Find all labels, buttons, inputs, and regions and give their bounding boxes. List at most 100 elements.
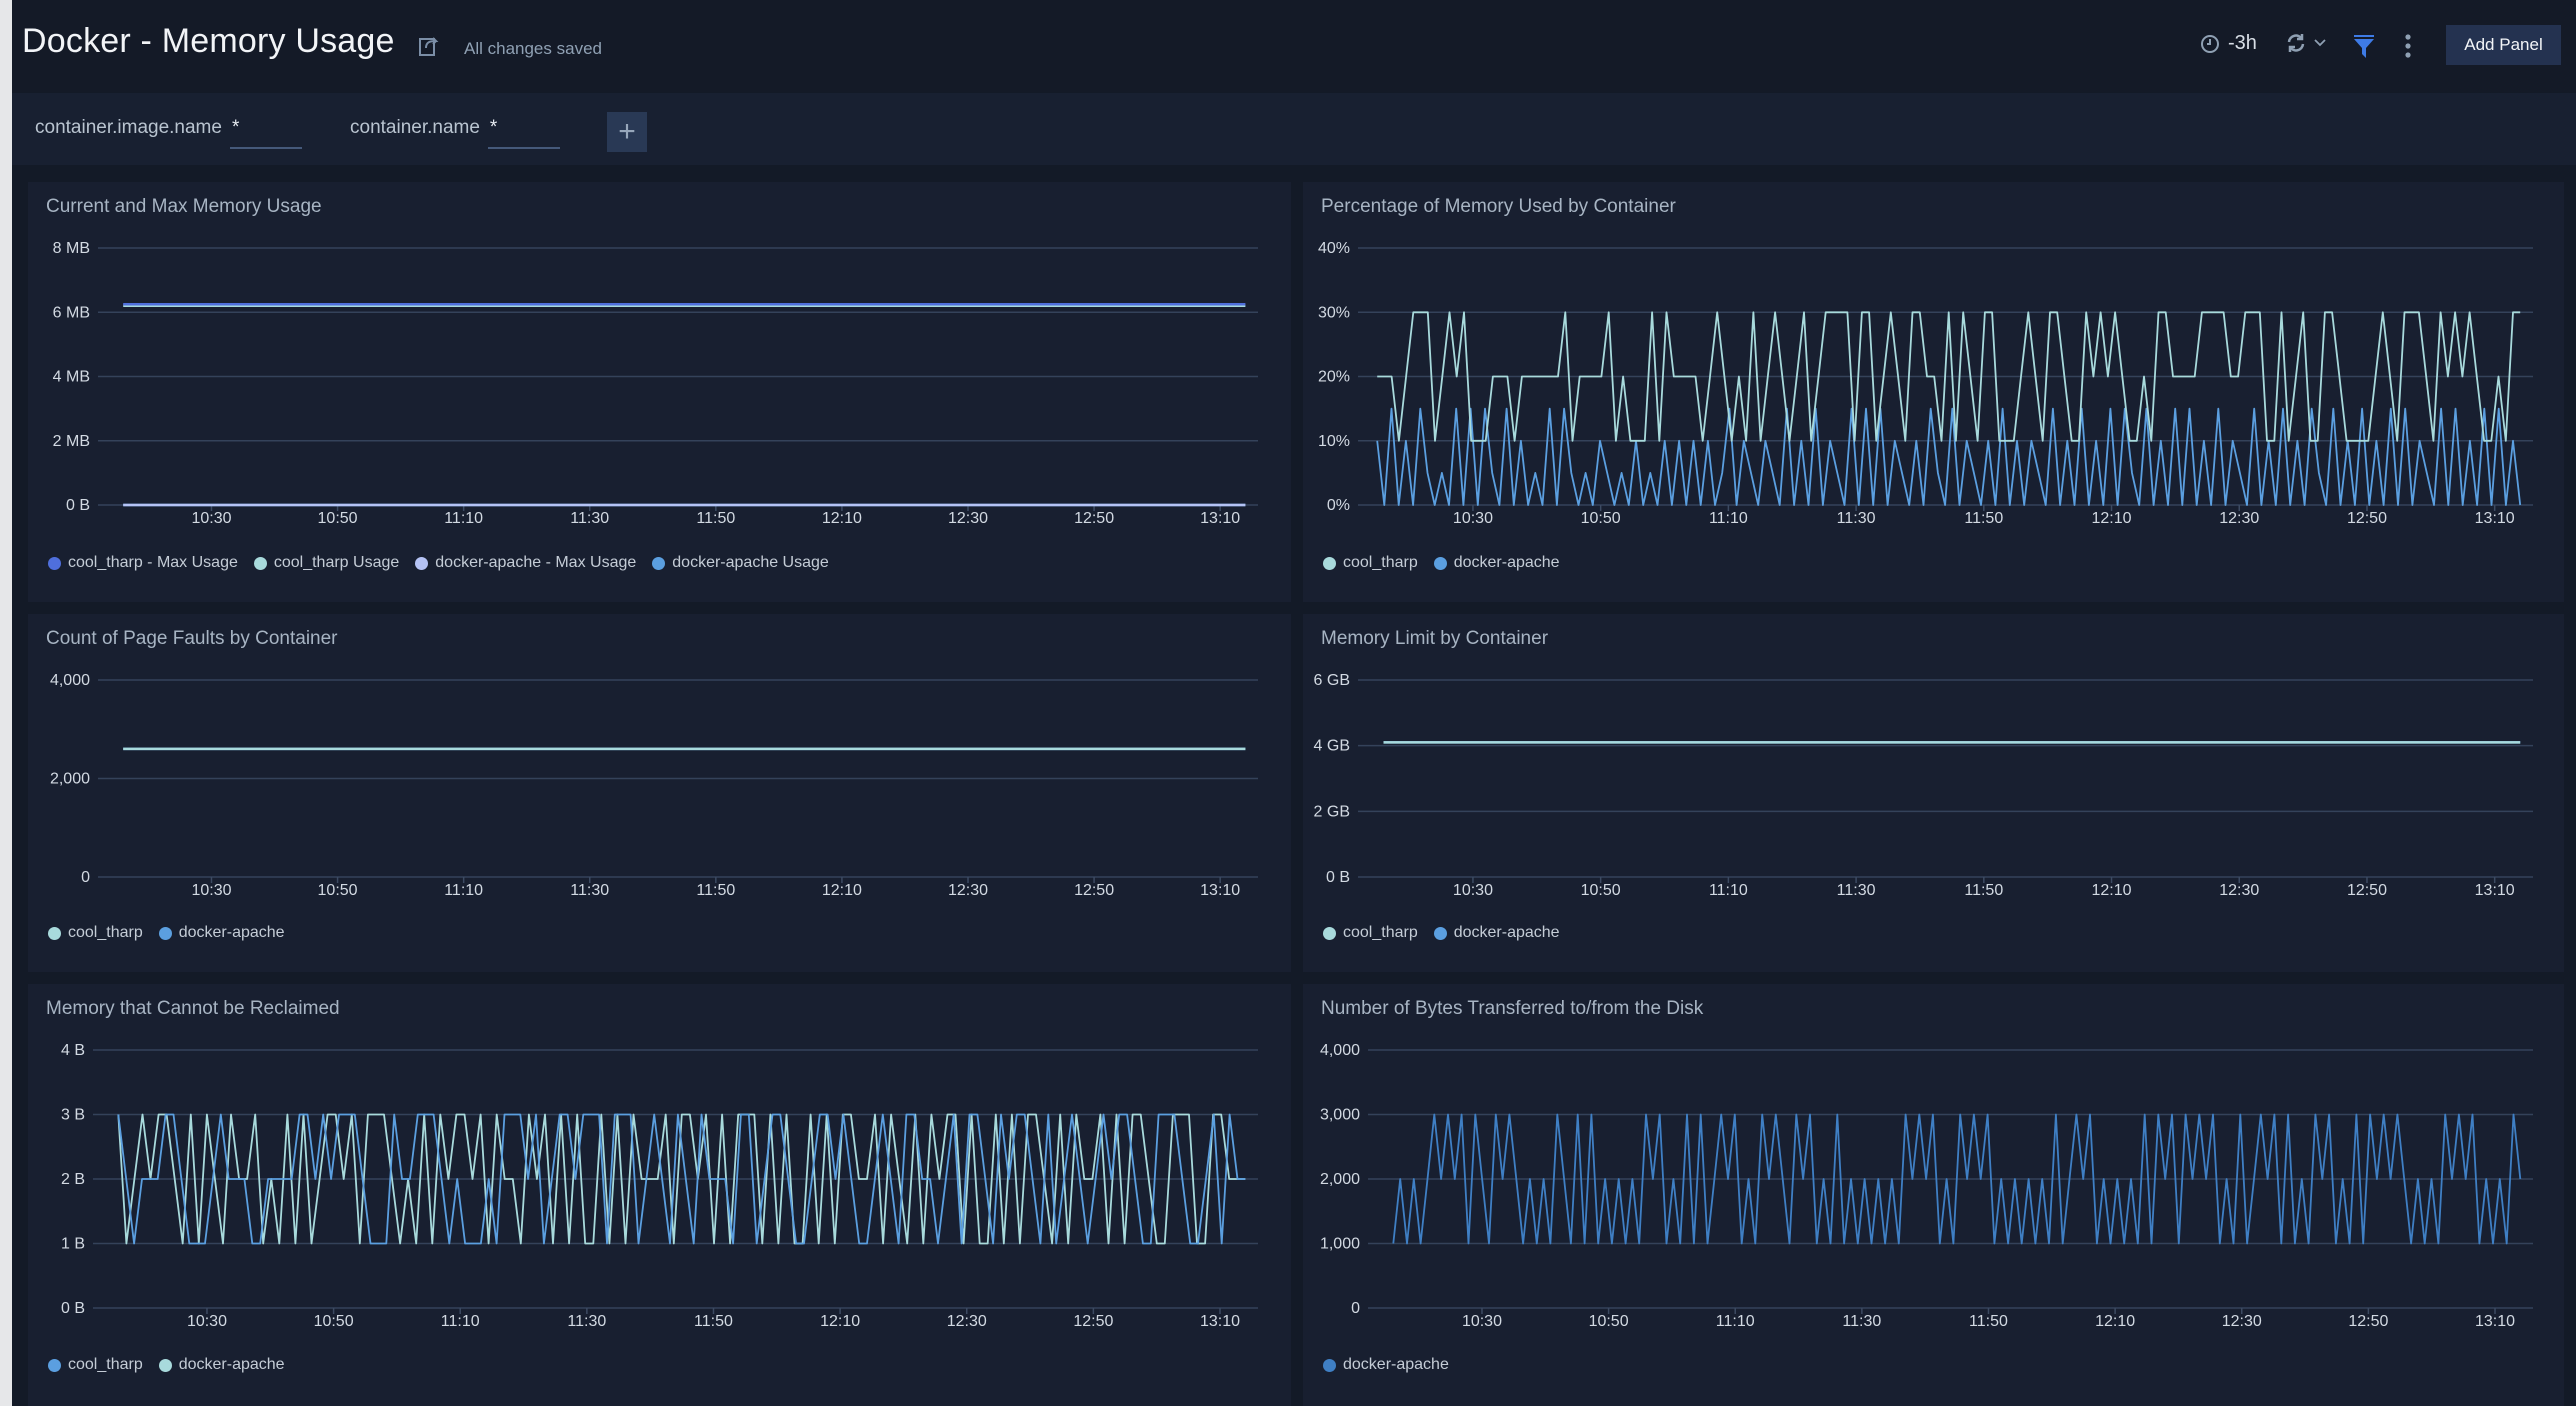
legend-label: cool_tharp [1343, 554, 1418, 571]
legend-item[interactable]: docker-apache - Max Usage [415, 554, 636, 572]
legend-item[interactable]: docker-apache [1433, 554, 1560, 572]
y-tick-label: 4 GB [1314, 738, 1350, 755]
x-tick-label: 11:30 [567, 1313, 606, 1330]
legend-item[interactable]: docker-apache [158, 1356, 285, 1374]
x-tick-label: 10:30 [1462, 1313, 1502, 1330]
x-tick-label: 10:30 [1453, 882, 1493, 899]
legend-swatch [48, 926, 61, 940]
legend-label: docker-apache - Max Usage [435, 554, 637, 571]
x-tick-label: 13:10 [1200, 1313, 1240, 1330]
legend-swatch [1433, 926, 1447, 940]
y-tick-label: 20% [1318, 369, 1350, 386]
x-tick-label: 12:10 [2092, 510, 2132, 527]
legend-item[interactable]: cool_tharp [48, 1356, 143, 1374]
legend-item[interactable]: docker-apache [158, 924, 285, 942]
x-tick-label: 12:30 [2219, 882, 2259, 899]
filter-label: container.image.name [35, 117, 222, 138]
panel-memory-percentage: Percentage of Memory Used by Container 0… [1303, 182, 2564, 602]
x-tick-label: 10:30 [187, 1313, 227, 1330]
chart-unreclaimable-memory: 0 B 1 B 2 B 3 B 4 B 10:30 10:50 11:10 11:30 11:50… [61, 1042, 1258, 1330]
add-panel-button[interactable]: Add Panel [2446, 25, 2561, 65]
y-tick-label: 0 B [66, 497, 90, 514]
legend-item[interactable]: cool_tharp [1323, 924, 1418, 942]
y-tick-label: 2 MB [53, 433, 90, 450]
legend-label: cool_tharp [1343, 924, 1418, 941]
x-tick-label: 10:50 [1589, 1313, 1629, 1330]
y-tick-label: 8 MB [53, 240, 90, 257]
legend-item[interactable]: cool_tharp [48, 924, 143, 942]
x-tick-label: 12:30 [947, 1313, 987, 1330]
page-title: Docker - Memory Usage [22, 22, 395, 60]
y-tick-label: 2,000 [1320, 1171, 1360, 1188]
x-tick-label: 10:50 [1581, 510, 1621, 527]
refresh-button[interactable] [2285, 32, 2327, 54]
x-tick-label: 12:30 [2222, 1313, 2262, 1330]
legend-item[interactable]: cool_tharp [1323, 554, 1418, 572]
legend-swatch [415, 556, 429, 570]
x-tick-label: 12:30 [948, 510, 988, 527]
time-range-label: -3h [2228, 32, 2257, 54]
chart-legend: cool_tharp docker-apache [1323, 554, 1560, 572]
y-tick-label: 0% [1327, 497, 1350, 514]
legend-swatch [48, 556, 61, 570]
x-tick-label: 11:10 [444, 510, 483, 527]
x-tick-label: 13:10 [1200, 510, 1240, 527]
x-tick-label: 12:10 [822, 510, 862, 527]
time-range-button[interactable]: -3h [2200, 32, 2257, 55]
x-tick-label: 12:50 [2347, 510, 2387, 527]
y-tick-label: 4,000 [50, 672, 90, 689]
series-line-docker-apache [1376, 407, 2522, 506]
share-icon[interactable] [417, 34, 441, 58]
legend-item[interactable]: cool_tharp - Max Usage [48, 554, 238, 572]
chevron-down-icon[interactable] [2313, 38, 2327, 48]
y-tick-label: 4,000 [1320, 1042, 1360, 1059]
y-tick-label: 1,000 [1320, 1236, 1360, 1253]
legend-swatch [253, 556, 267, 570]
x-tick-label: 13:10 [1200, 882, 1240, 899]
x-tick-label: 10:30 [1453, 510, 1493, 527]
x-tick-label: 11:30 [570, 882, 609, 899]
chart-legend: cool_tharp docker-apache [1323, 924, 1560, 942]
add-filter-button[interactable]: + [607, 112, 647, 152]
left-edge-strip [0, 0, 12, 1406]
legend-item[interactable]: docker-apache [1433, 924, 1560, 942]
filter-icon[interactable] [2353, 34, 2375, 60]
x-tick-label: 13:10 [2475, 882, 2515, 899]
legend-swatch [1433, 556, 1447, 570]
x-tick-label: 12:30 [2219, 510, 2259, 527]
chart-legend: cool_tharp docker-apache [48, 924, 285, 942]
x-tick-label: 11:50 [1964, 882, 2003, 899]
y-tick-label: 6 MB [53, 304, 90, 321]
legend-label: cool_tharp - Max Usage [68, 554, 238, 571]
y-tick-label: 10% [1318, 433, 1350, 450]
save-status: All changes saved [464, 39, 602, 58]
filter-container-name[interactable]: container.name * [350, 117, 560, 149]
legend-swatch [1323, 1358, 1336, 1372]
filter-value-input[interactable]: * [229, 117, 302, 149]
x-tick-label: 12:10 [2092, 882, 2132, 899]
legend-swatch [158, 926, 172, 940]
panel-disk-bytes: Number of Bytes Transferred to/from the … [1303, 984, 2564, 1406]
x-tick-label: 11:30 [1837, 882, 1876, 899]
legend-swatch [48, 1358, 61, 1372]
y-tick-label: 0 B [61, 1300, 85, 1317]
x-tick-label: 12:10 [2095, 1313, 2135, 1330]
legend-item[interactable]: docker-apache [1323, 1356, 1449, 1374]
legend-label: docker-apache [1343, 1356, 1449, 1373]
x-tick-label: 10:30 [191, 510, 231, 527]
y-tick-label: 0 [1351, 1300, 1360, 1317]
filter-value-input[interactable]: * [487, 117, 560, 149]
legend-item[interactable]: docker-apache Usage [652, 554, 829, 572]
y-tick-label: 3,000 [1320, 1107, 1360, 1124]
x-tick-label: 11:50 [696, 510, 735, 527]
y-tick-label: 2,000 [50, 771, 90, 788]
legend-label: cool_tharp [68, 924, 143, 941]
legend-item[interactable]: cool_tharp Usage [253, 554, 399, 572]
more-vertical-icon[interactable] [2404, 34, 2412, 58]
legend-label: docker-apache [1453, 924, 1560, 941]
filter-container-image-name[interactable]: container.image.name * [35, 117, 302, 149]
x-tick-label: 10:50 [1581, 882, 1621, 899]
legend-swatch [652, 556, 666, 570]
x-tick-label: 11:50 [696, 882, 735, 899]
x-tick-label: 12:30 [948, 882, 988, 899]
